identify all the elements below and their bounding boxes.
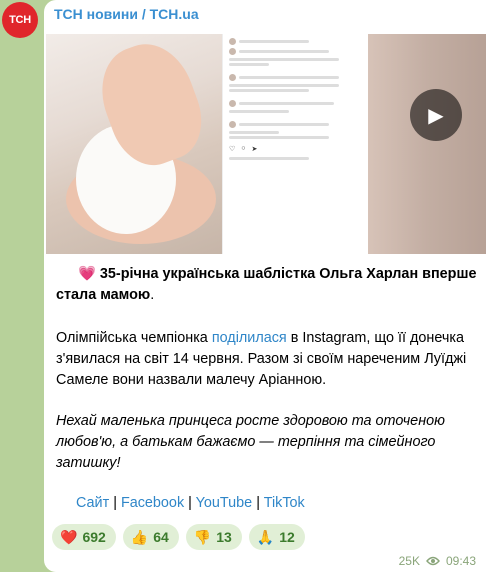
heart-emoji: 💗 — [78, 266, 96, 282]
message-meta: 25K 09:43 — [399, 554, 476, 568]
reaction-thumbs-up[interactable]: 👍 64 — [122, 524, 179, 550]
baby-hand-photo — [46, 34, 222, 254]
shared-link[interactable]: поділилася — [212, 330, 287, 346]
headline-text: 35-річна українська шаблістка Ольга Харл… — [56, 266, 477, 303]
reaction-pray[interactable]: 🙏 12 — [248, 524, 305, 550]
message-time: 09:43 — [445, 554, 476, 568]
channel-avatar[interactable]: ТСН — [2, 2, 38, 38]
post-wish: Нехай маленька принцеса росте здоровою т… — [56, 413, 445, 471]
post-paragraph: Олімпійська чемпіонка поділилася в Insta… — [56, 330, 467, 388]
media-preview[interactable]: ♡ ○ ➤ — [46, 34, 486, 254]
blurred-photo — [368, 34, 486, 254]
reactions-bar: ❤️ 692 👍 64 👎 13 🙏 12 — [52, 524, 305, 550]
tiktok-link[interactable]: TikTok — [264, 495, 305, 511]
reaction-thumbs-down[interactable]: 👎 13 — [185, 524, 242, 550]
site-link[interactable]: Сайт — [76, 495, 109, 511]
youtube-link[interactable]: YouTube — [196, 495, 253, 511]
play-icon[interactable]: ▶ — [410, 89, 462, 141]
views-count: 25K — [398, 554, 420, 568]
facebook-link[interactable]: Facebook — [121, 495, 184, 511]
channel-name[interactable]: ТСН новини / TCH.ua — [54, 6, 199, 22]
post-headline: 💗 35-річна українська шаблістка Ольга Ха… — [56, 266, 477, 303]
message-bubble: ТСН новини / TCH.ua ♡ ○ ➤ ▶ 💗 35-річна у… — [44, 0, 488, 572]
eye-icon — [426, 556, 440, 566]
instagram-screenshot: ♡ ○ ➤ — [222, 34, 368, 254]
social-links: Сайт | Facebook | YouTube | TikTok — [76, 495, 305, 511]
reaction-heart[interactable]: ❤️ 692 — [52, 524, 116, 550]
